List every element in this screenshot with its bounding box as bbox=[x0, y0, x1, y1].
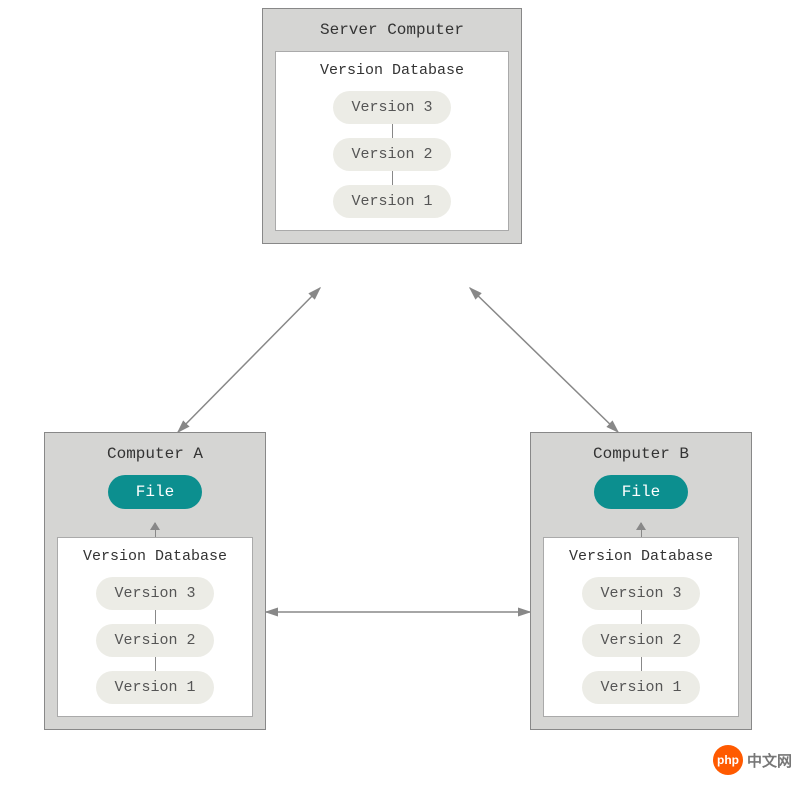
server-computer-box: Server Computer Version Database Version… bbox=[262, 8, 522, 244]
version-pill: Version 3 bbox=[96, 577, 213, 610]
watermark-logo-icon: php bbox=[713, 745, 743, 775]
file-to-db-arrow bbox=[641, 523, 642, 537]
version-pill: Version 1 bbox=[333, 185, 450, 218]
version-pill: Version 3 bbox=[333, 91, 450, 124]
watermark-text: 中文网 bbox=[747, 750, 792, 771]
computer-a-database-box: Version Database Version 3 Version 2 Ver… bbox=[57, 537, 253, 717]
computer-b-box: Computer B File Version Database Version… bbox=[530, 432, 752, 730]
file-to-db-arrow bbox=[155, 523, 156, 537]
watermark: php 中文网 bbox=[713, 745, 792, 775]
version-connector bbox=[155, 657, 156, 671]
arrow-up-icon bbox=[636, 522, 646, 530]
server-database-box: Version Database Version 3 Version 2 Ver… bbox=[275, 51, 509, 231]
version-connector bbox=[641, 610, 642, 624]
version-pill: Version 1 bbox=[582, 671, 699, 704]
version-connector bbox=[392, 124, 393, 138]
computer-a-box: Computer A File Version Database Version… bbox=[44, 432, 266, 730]
file-pill: File bbox=[108, 475, 202, 509]
version-pill: Version 1 bbox=[96, 671, 213, 704]
version-connector bbox=[392, 171, 393, 185]
version-connector bbox=[155, 610, 156, 624]
server-title: Server Computer bbox=[275, 21, 509, 39]
version-pill: Version 3 bbox=[582, 577, 699, 610]
link-server-to-a bbox=[178, 288, 320, 432]
version-pill: Version 2 bbox=[96, 624, 213, 657]
arrow-up-icon bbox=[150, 522, 160, 530]
link-server-to-b bbox=[470, 288, 618, 432]
computer-b-database-box: Version Database Version 3 Version 2 Ver… bbox=[543, 537, 739, 717]
version-connector bbox=[641, 657, 642, 671]
server-database-title: Version Database bbox=[288, 62, 496, 79]
computer-a-title: Computer A bbox=[57, 445, 253, 463]
version-pill: Version 2 bbox=[582, 624, 699, 657]
file-pill: File bbox=[594, 475, 688, 509]
computer-a-database-title: Version Database bbox=[70, 548, 240, 565]
computer-b-title: Computer B bbox=[543, 445, 739, 463]
computer-b-database-title: Version Database bbox=[556, 548, 726, 565]
version-pill: Version 2 bbox=[333, 138, 450, 171]
